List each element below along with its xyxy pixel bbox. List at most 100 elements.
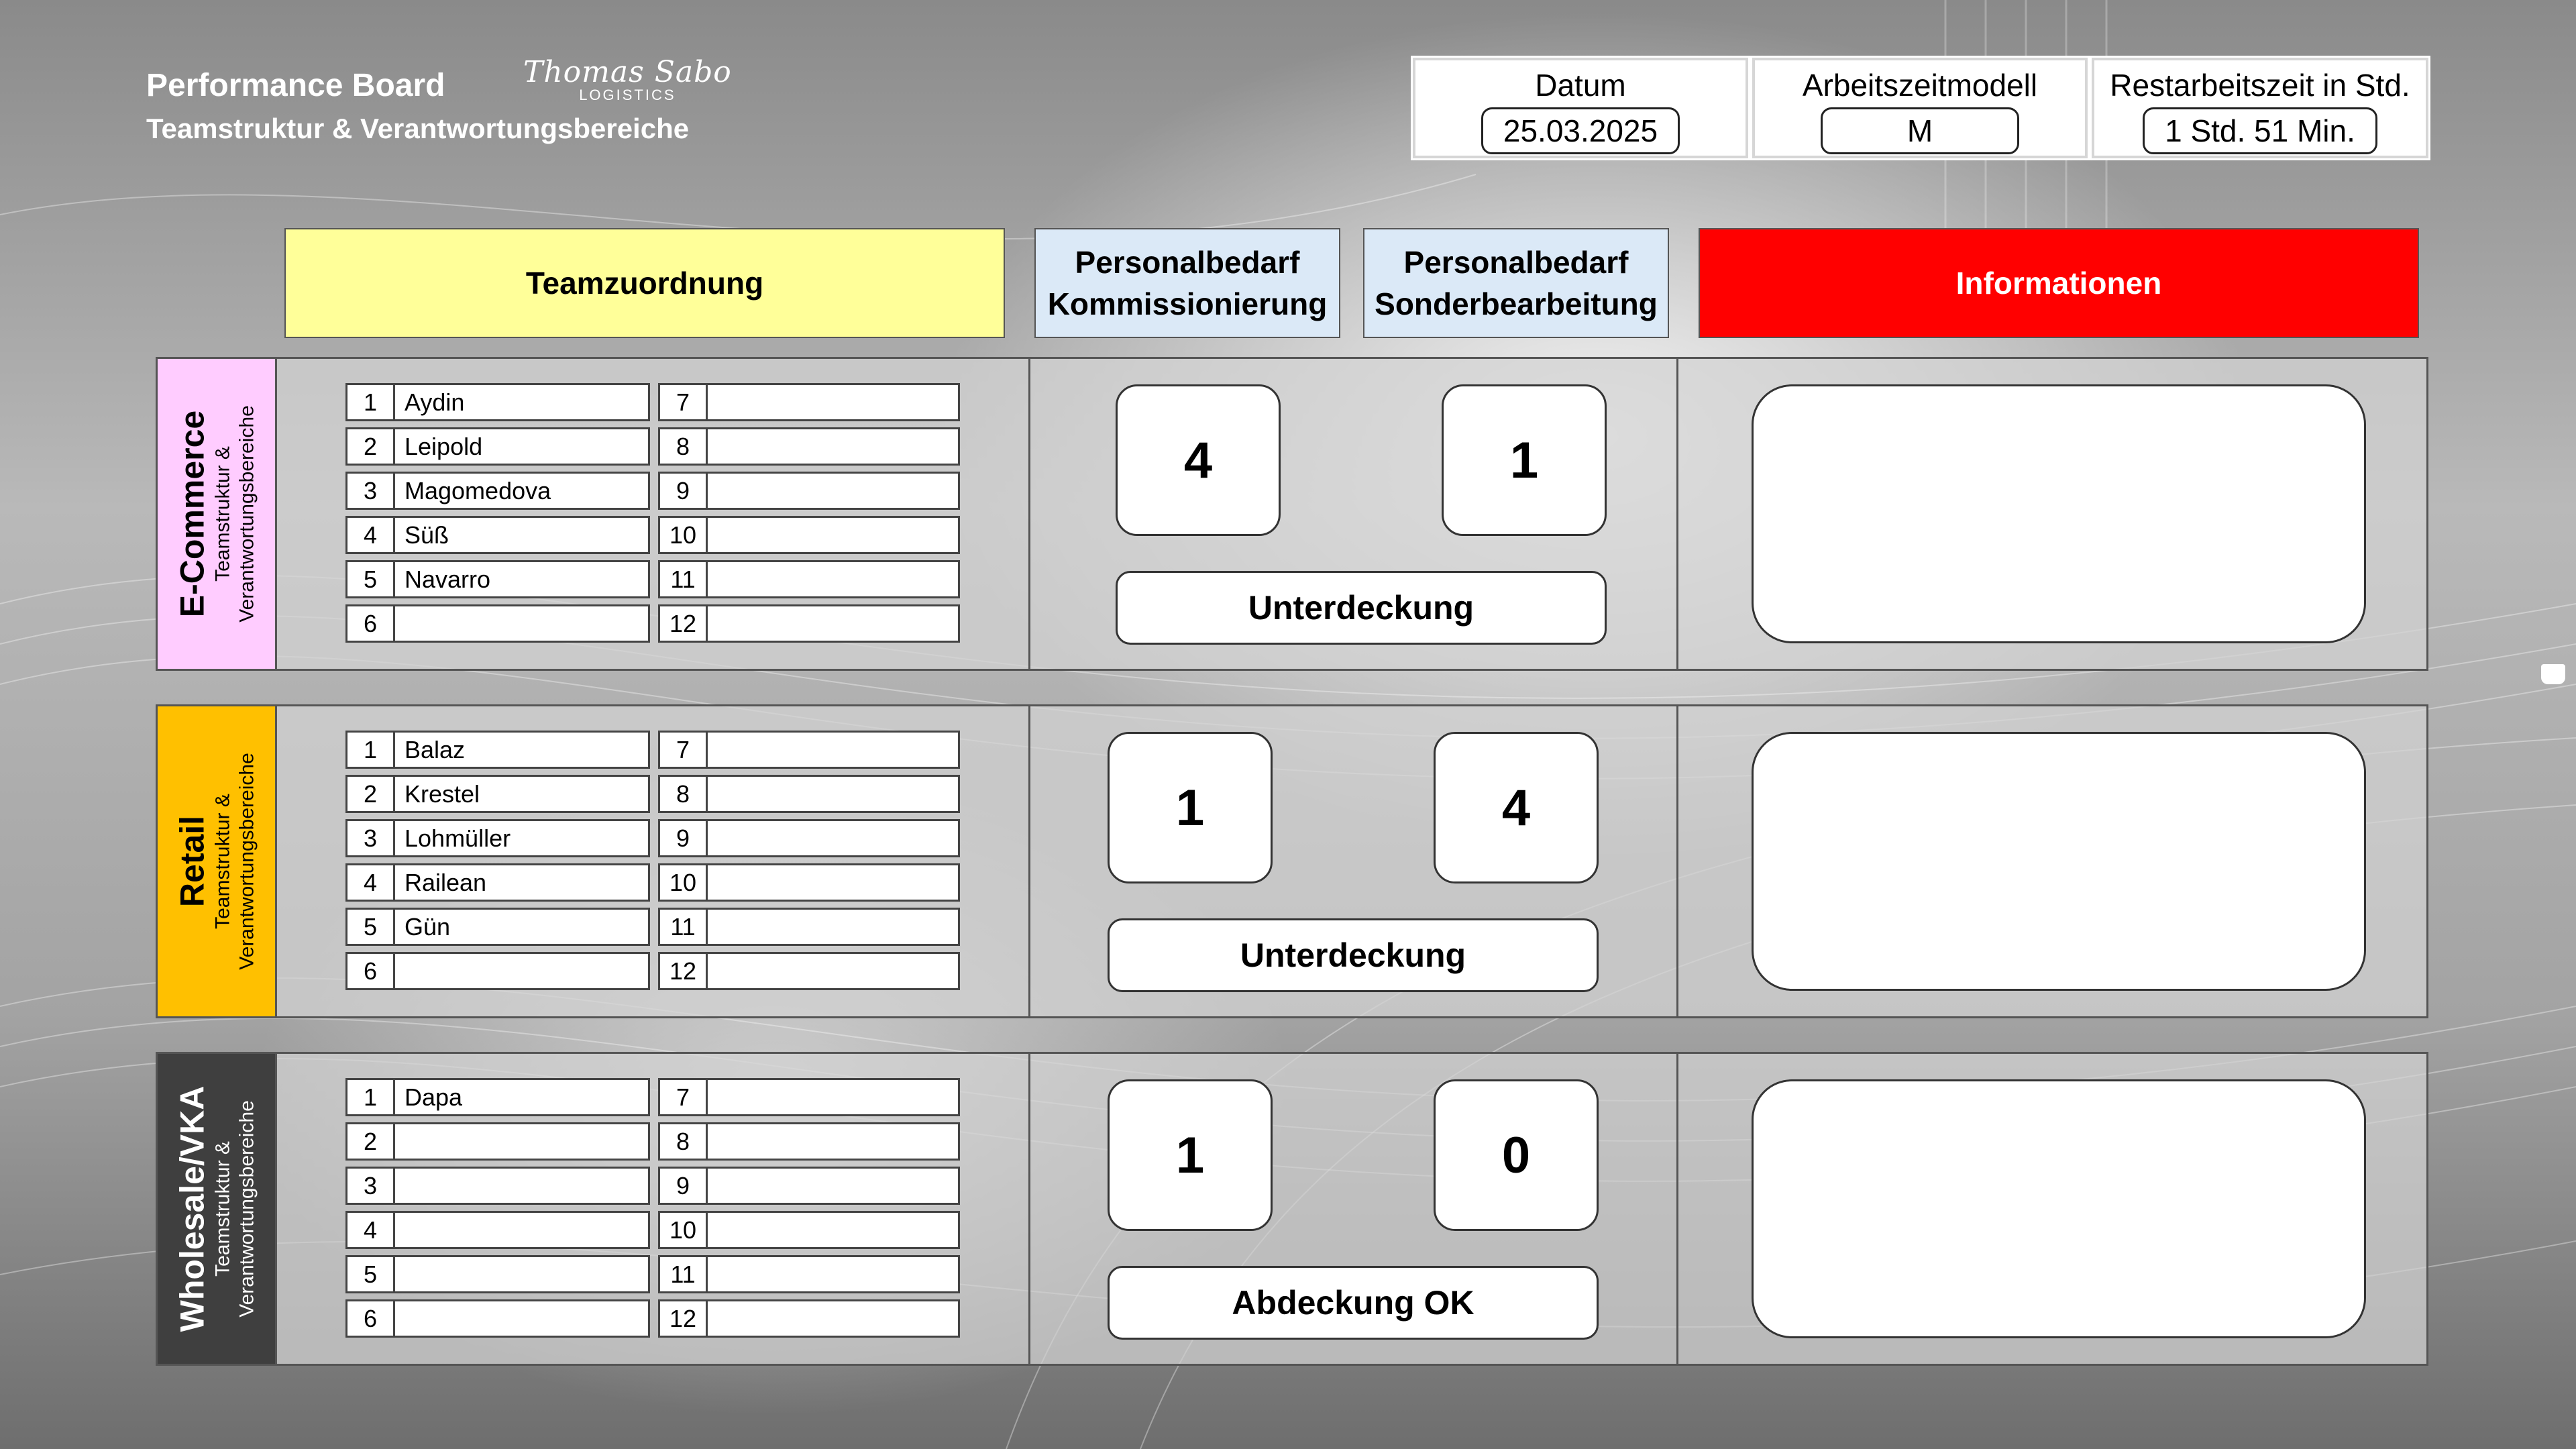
team-slot[interactable]: 6 bbox=[345, 1299, 650, 1338]
slot-number: 6 bbox=[345, 952, 395, 990]
slot-name[interactable]: Krestel bbox=[395, 775, 650, 813]
slot-name[interactable] bbox=[708, 560, 960, 598]
slot-number: 7 bbox=[658, 731, 708, 769]
slot-name[interactable] bbox=[708, 1167, 960, 1205]
slot-name[interactable] bbox=[708, 516, 960, 554]
team-slot[interactable]: 2 Krestel bbox=[345, 775, 650, 813]
wholesale-special-count[interactable]: 0 bbox=[1434, 1079, 1599, 1231]
team-slot[interactable]: 8 bbox=[658, 775, 960, 813]
board-title: Performance Board bbox=[146, 68, 445, 103]
slot-name[interactable] bbox=[708, 863, 960, 902]
team-slot[interactable]: 4 Railean bbox=[345, 863, 650, 902]
team-slot[interactable]: 12 bbox=[658, 1299, 960, 1338]
team-slot[interactable]: 10 bbox=[658, 516, 960, 554]
header-staff-picking-line1: Personalbedarf bbox=[1075, 244, 1300, 280]
team-slot[interactable]: 7 bbox=[658, 731, 960, 769]
slot-number: 6 bbox=[345, 604, 395, 643]
team-slot[interactable]: 1 Balaz bbox=[345, 731, 650, 769]
team-slot[interactable]: 4 Süß bbox=[345, 516, 650, 554]
slot-number: 1 bbox=[345, 1078, 395, 1116]
slot-name[interactable] bbox=[395, 1255, 650, 1293]
wholesale-sub2: Verantwortungsbereiche bbox=[235, 1100, 258, 1318]
slot-name[interactable] bbox=[708, 731, 960, 769]
team-slot[interactable]: 5 Gün bbox=[345, 908, 650, 946]
team-slot[interactable]: 12 bbox=[658, 952, 960, 990]
team-slot[interactable]: 4 bbox=[345, 1211, 650, 1249]
slot-name[interactable]: Lohmüller bbox=[395, 819, 650, 857]
team-slot[interactable]: 1 Aydin bbox=[345, 383, 650, 421]
team-slot[interactable]: 3 bbox=[345, 1167, 650, 1205]
team-slot[interactable]: 10 bbox=[658, 1211, 960, 1249]
ecommerce-info-area[interactable] bbox=[1752, 384, 2366, 643]
slot-name[interactable] bbox=[395, 952, 650, 990]
team-slot[interactable]: 11 bbox=[658, 908, 960, 946]
slot-name[interactable] bbox=[708, 1211, 960, 1249]
slot-name[interactable]: Leipold bbox=[395, 427, 650, 466]
team-slot[interactable]: 5 bbox=[345, 1255, 650, 1293]
team-slot[interactable]: 6 bbox=[345, 952, 650, 990]
retail-info-area[interactable] bbox=[1752, 732, 2366, 991]
slot-name[interactable] bbox=[395, 1211, 650, 1249]
slot-name[interactable] bbox=[708, 1255, 960, 1293]
slot-number: 11 bbox=[658, 560, 708, 598]
slot-name[interactable] bbox=[708, 1299, 960, 1338]
slot-name[interactable] bbox=[708, 472, 960, 510]
slot-name[interactable]: Süß bbox=[395, 516, 650, 554]
wholesale-picking-count[interactable]: 1 bbox=[1108, 1079, 1273, 1231]
slot-name[interactable]: Aydin bbox=[395, 383, 650, 421]
ecommerce-slots-left: 1 Aydin 2 Leipold 3 Magomedova 4 Süß 5 Navarr… bbox=[345, 383, 650, 649]
retail-picking-count[interactable]: 1 bbox=[1108, 732, 1273, 883]
wholesale-info-area[interactable] bbox=[1752, 1079, 2366, 1338]
wholesale-side-label: Wholesale/VKA Teamstruktur & Verantwortu… bbox=[158, 1054, 277, 1364]
team-slot[interactable]: 2 Leipold bbox=[345, 427, 650, 466]
slot-name[interactable]: Balaz bbox=[395, 731, 650, 769]
team-slot[interactable]: 3 Lohmüller bbox=[345, 819, 650, 857]
slot-name[interactable] bbox=[708, 383, 960, 421]
slot-name[interactable] bbox=[395, 1122, 650, 1161]
team-slot[interactable]: 11 bbox=[658, 560, 960, 598]
team-slot[interactable]: 8 bbox=[658, 427, 960, 466]
slot-name[interactable] bbox=[708, 775, 960, 813]
slot-name[interactable] bbox=[708, 1122, 960, 1161]
team-slot[interactable]: 1 Dapa bbox=[345, 1078, 650, 1116]
slot-name[interactable]: Gün bbox=[395, 908, 650, 946]
team-slot[interactable]: 2 bbox=[345, 1122, 650, 1161]
team-slot[interactable]: 8 bbox=[658, 1122, 960, 1161]
remaining-time-value[interactable]: 1 Std. 51 Min. bbox=[2143, 107, 2377, 154]
slot-name[interactable] bbox=[708, 604, 960, 643]
retail-side-label: Retail Teamstruktur & Verantwortungsbere… bbox=[158, 706, 277, 1016]
slot-name[interactable] bbox=[395, 1167, 650, 1205]
date-value[interactable]: 25.03.2025 bbox=[1481, 107, 1680, 154]
slot-name[interactable] bbox=[708, 427, 960, 466]
slot-name[interactable] bbox=[708, 819, 960, 857]
team-slot[interactable]: 5 Navarro bbox=[345, 560, 650, 598]
section-retail: Retail Teamstruktur & Verantwortungsbere… bbox=[156, 704, 2428, 1018]
team-slot[interactable]: 11 bbox=[658, 1255, 960, 1293]
slot-name[interactable]: Dapa bbox=[395, 1078, 650, 1116]
slot-name[interactable] bbox=[708, 908, 960, 946]
retail-special-count[interactable]: 4 bbox=[1434, 732, 1599, 883]
team-slot[interactable]: 10 bbox=[658, 863, 960, 902]
team-slot[interactable]: 9 bbox=[658, 1167, 960, 1205]
slot-name[interactable] bbox=[395, 1299, 650, 1338]
slot-name[interactable] bbox=[395, 604, 650, 643]
team-slot[interactable]: 6 bbox=[345, 604, 650, 643]
slot-name[interactable] bbox=[708, 952, 960, 990]
team-slot[interactable]: 12 bbox=[658, 604, 960, 643]
ecommerce-special-count[interactable]: 1 bbox=[1442, 384, 1607, 536]
team-slot[interactable]: 7 bbox=[658, 383, 960, 421]
slot-name[interactable]: Railean bbox=[395, 863, 650, 902]
clipboard-icon[interactable] bbox=[2541, 664, 2565, 684]
work-model-value[interactable]: M bbox=[1821, 107, 2019, 154]
slot-name[interactable]: Magomedova bbox=[395, 472, 650, 510]
date-box: Datum 25.03.2025 bbox=[1411, 56, 1750, 160]
team-slot[interactable]: 7 bbox=[658, 1078, 960, 1116]
team-slot[interactable]: 9 bbox=[658, 819, 960, 857]
slot-number: 9 bbox=[658, 472, 708, 510]
slot-name[interactable] bbox=[708, 1078, 960, 1116]
slot-name[interactable]: Navarro bbox=[395, 560, 650, 598]
ecommerce-picking-count[interactable]: 4 bbox=[1116, 384, 1281, 536]
team-slot[interactable]: 9 bbox=[658, 472, 960, 510]
slot-number: 9 bbox=[658, 1167, 708, 1205]
team-slot[interactable]: 3 Magomedova bbox=[345, 472, 650, 510]
